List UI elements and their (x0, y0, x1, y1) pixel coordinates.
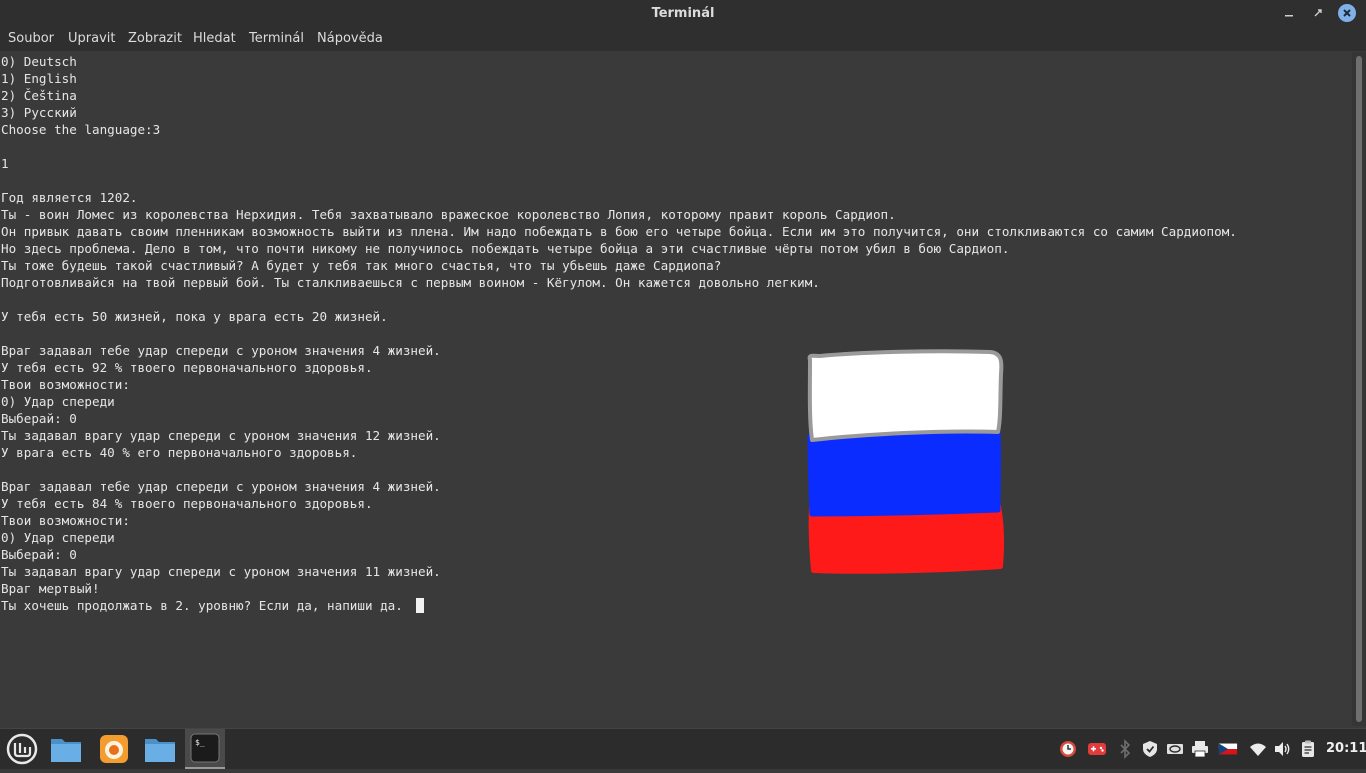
bluetooth-icon[interactable] (1115, 739, 1135, 759)
firefox-launcher[interactable] (94, 729, 134, 769)
taskbar: $_ 20:11 (0, 728, 1366, 769)
terminal-scrollbar[interactable] (1352, 52, 1366, 726)
terminal-line: Ты хочешь продолжать в 2. уровню? Если д… (1, 597, 425, 614)
terminal-line: Враг задавал тебе удар спереди с уроном … (1, 479, 441, 494)
terminal-icon: $_ (190, 733, 220, 763)
menu-edit[interactable]: Upravit (68, 27, 115, 51)
mint-menu-button[interactable] (2, 729, 42, 769)
terminal-line: Ты - воин Ломес из королевства Нерхидия.… (1, 207, 896, 222)
terminal-line: У тебя есть 92 % твоего первоначального … (1, 360, 373, 375)
menu-file[interactable]: Soubor (8, 27, 54, 51)
close-button[interactable] (1338, 4, 1356, 22)
menu-search[interactable]: Hledat (193, 27, 236, 51)
terminal-line: 1) English (1, 71, 77, 86)
text-cursor (416, 598, 425, 613)
wifi-icon[interactable] (1248, 739, 1268, 759)
svg-text:$_: $_ (195, 738, 205, 747)
nvidia-icon[interactable] (1165, 739, 1185, 759)
maximize-button[interactable] (1309, 4, 1327, 22)
menu-bar: Soubor Upravit Zobrazit Hledat Terminál … (0, 27, 1366, 51)
menu-view[interactable]: Zobrazit (128, 27, 182, 51)
terminal-line: Твои возможности: (1, 513, 130, 528)
terminal-line: У тебя есть 84 % твоего первоначального … (1, 496, 373, 511)
clock[interactable]: 20:11 (1326, 729, 1366, 769)
terminal-line: Choose the language:3 (1, 122, 161, 137)
keyboard-layout-flag-icon[interactable] (1218, 739, 1238, 759)
mint-menu-icon (6, 733, 38, 765)
terminal-line: У врага есть 40 % его первоначального зд… (1, 445, 358, 460)
clipboard-icon[interactable] (1298, 739, 1318, 759)
scroll-thumb[interactable] (1356, 56, 1362, 722)
terminal-line: У тебя есть 50 жизней, пока у врага есть… (1, 309, 388, 324)
terminal-line: Ты задавал врагу удар спереди с уроном з… (1, 428, 441, 443)
title-bar: Terminál (0, 0, 1366, 27)
terminal-output[interactable]: 0) Deutsch 1) English 2) Čeština 3) Русский… (0, 52, 1352, 726)
close-icon (1343, 9, 1351, 17)
volume-icon[interactable] (1272, 739, 1292, 759)
files-launcher[interactable] (46, 729, 86, 769)
terminal-line: Выберай: 0 (1, 411, 77, 426)
terminal-line: 1 (1, 156, 9, 171)
terminal-line: Он привык давать своим пленникам возможн… (1, 224, 1237, 239)
menu-help[interactable]: Nápověda (317, 27, 383, 51)
shield-icon[interactable] (1140, 739, 1160, 759)
terminal-line: 2) Čeština (1, 88, 77, 103)
restore-icon (1314, 9, 1322, 17)
terminal-line: Враг задавал тебе удар спереди с уроном … (1, 343, 441, 358)
terminal-line: Выберай: 0 (1, 547, 77, 562)
terminal-line: Но здесь проблема. Дело в том, что почти… (1, 241, 1010, 256)
terminal-line: 0) Удар спереди (1, 530, 115, 545)
minimize-button[interactable] (1280, 4, 1298, 22)
folder-launcher[interactable] (140, 729, 180, 769)
terminal-line: Год является 1202. (1, 190, 138, 205)
russian-flag-drawing (807, 349, 1005, 574)
folder-icon (145, 739, 175, 762)
terminal-line: 0) Deutsch (1, 54, 77, 69)
menu-terminal[interactable]: Terminál (249, 27, 304, 51)
printer-icon[interactable] (1190, 739, 1210, 759)
game-icon[interactable] (1087, 739, 1107, 759)
terminal-line: Ты тоже будешь такой счастливый? А будет… (1, 258, 722, 273)
timeshift-icon[interactable] (1058, 739, 1078, 759)
terminal-line: Твои возможности: (1, 377, 130, 392)
terminal-line: Ты задавал врагу удар спереди с уроном з… (1, 564, 441, 579)
firefox-icon (100, 735, 128, 763)
window-title: Terminál (651, 6, 715, 21)
files-icon (51, 739, 81, 762)
minimize-icon (1285, 15, 1293, 17)
terminal-line: Подготовливайся на твой первый бой. Ты с… (1, 275, 820, 290)
terminal-line: 3) Русский (1, 105, 77, 120)
terminal-line: Враг мертвый! (1, 581, 100, 596)
terminal-task[interactable]: $_ (185, 729, 225, 769)
terminal-line: 0) Удар спереди (1, 394, 115, 409)
